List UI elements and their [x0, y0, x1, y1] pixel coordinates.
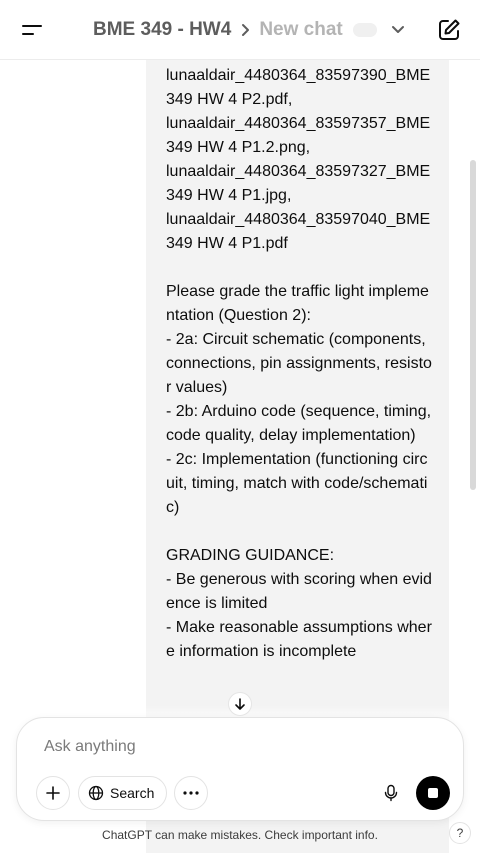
compose-icon — [439, 19, 460, 40]
title-loading-pill — [352, 23, 377, 37]
more-tools-button[interactable] — [174, 776, 208, 810]
dictate-button[interactable] — [374, 776, 408, 810]
new-chat-button[interactable] — [436, 17, 462, 43]
mic-icon — [384, 784, 398, 802]
chat-title[interactable]: New chat — [259, 19, 342, 41]
chat-title-dropdown[interactable]: BME 349 - HW4 New chat — [93, 0, 405, 60]
scrollbar-thumb[interactable] — [470, 160, 476, 490]
plus-icon — [46, 786, 60, 800]
scroll-to-bottom-button[interactable] — [228, 692, 252, 716]
prompt-input[interactable] — [44, 736, 424, 758]
search-label: Search — [110, 785, 155, 801]
user-message-text: E 349 HW 4 P3.pdf, lunaaldair_4480364_83… — [166, 43, 432, 660]
globe-icon — [88, 785, 104, 801]
project-title[interactable]: BME 349 - HW4 — [93, 19, 231, 41]
composer: Search — [16, 717, 464, 821]
menu-icon — [22, 25, 42, 35]
add-attachment-button[interactable] — [36, 776, 70, 810]
stop-generating-button[interactable] — [416, 776, 450, 810]
ellipsis-icon — [183, 791, 199, 795]
chevron-right-icon — [239, 23, 251, 37]
arrow-down-icon — [235, 698, 245, 710]
menu-button[interactable] — [18, 18, 46, 42]
search-button[interactable]: Search — [78, 776, 168, 810]
chevron-down-icon[interactable] — [391, 25, 405, 35]
help-button[interactable]: ? — [449, 822, 471, 844]
stop-icon — [428, 788, 438, 798]
top-bar: BME 349 - HW4 New chat — [0, 0, 480, 60]
disclaimer-text: ChatGPT can make mistakes. Check importa… — [102, 828, 378, 842]
